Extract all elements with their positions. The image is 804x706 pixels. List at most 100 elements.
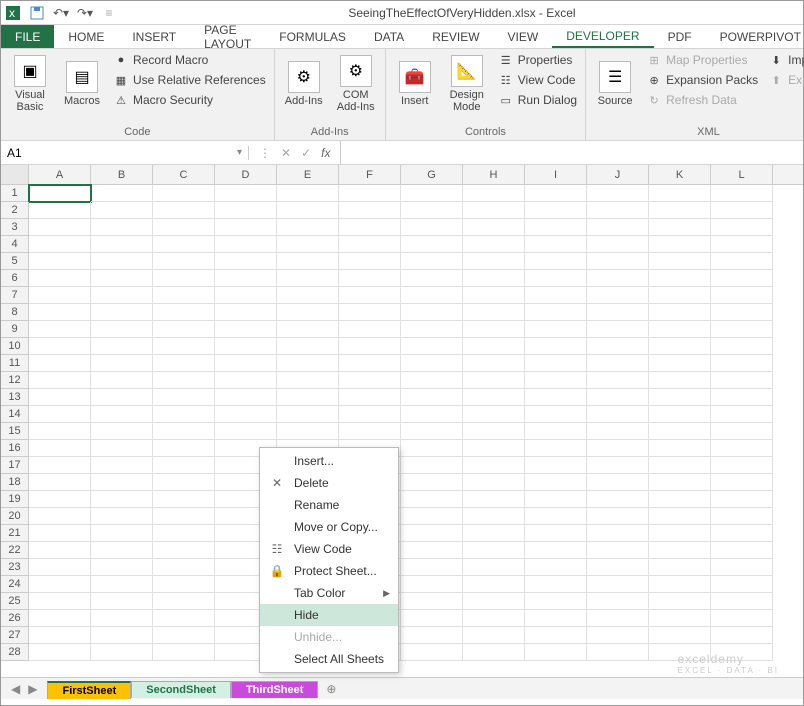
tab-powerpivot[interactable]: POWERPIVOT [706, 25, 804, 48]
cell-K5[interactable] [649, 253, 711, 270]
cell-I20[interactable] [525, 508, 587, 525]
cell-F9[interactable] [339, 321, 401, 338]
cell-D14[interactable] [215, 406, 277, 423]
cell-C13[interactable] [153, 389, 215, 406]
cell-B4[interactable] [91, 236, 153, 253]
cell-J20[interactable] [587, 508, 649, 525]
source-button[interactable]: ☰ Source [592, 51, 638, 117]
sheet-tab-secondsheet[interactable]: SecondSheet [131, 681, 231, 698]
cell-C12[interactable] [153, 372, 215, 389]
use-relative-button[interactable]: ▦Use Relative References [111, 71, 268, 89]
cell-E14[interactable] [277, 406, 339, 423]
row-header-4[interactable]: 4 [1, 236, 29, 253]
cell-G19[interactable] [401, 491, 463, 508]
cell-J13[interactable] [587, 389, 649, 406]
cell-G15[interactable] [401, 423, 463, 440]
cell-L21[interactable] [711, 525, 773, 542]
cell-I4[interactable] [525, 236, 587, 253]
cell-I2[interactable] [525, 202, 587, 219]
redo-icon[interactable]: ↷▾ [77, 5, 93, 21]
cell-L17[interactable] [711, 457, 773, 474]
cell-L1[interactable] [711, 185, 773, 202]
ctx-select-all-sheets[interactable]: Select All Sheets [260, 648, 398, 670]
cell-G7[interactable] [401, 287, 463, 304]
cell-L13[interactable] [711, 389, 773, 406]
cell-J26[interactable] [587, 610, 649, 627]
cell-B15[interactable] [91, 423, 153, 440]
cell-L15[interactable] [711, 423, 773, 440]
cell-D9[interactable] [215, 321, 277, 338]
cell-K28[interactable] [649, 644, 711, 661]
design-mode-button[interactable]: 📐 Design Mode [444, 51, 490, 117]
cell-A5[interactable] [29, 253, 91, 270]
cell-C5[interactable] [153, 253, 215, 270]
cell-H15[interactable] [463, 423, 525, 440]
cell-F8[interactable] [339, 304, 401, 321]
cell-A13[interactable] [29, 389, 91, 406]
cell-L4[interactable] [711, 236, 773, 253]
cell-F5[interactable] [339, 253, 401, 270]
cell-L6[interactable] [711, 270, 773, 287]
cell-F10[interactable] [339, 338, 401, 355]
cell-I25[interactable] [525, 593, 587, 610]
cell-B17[interactable] [91, 457, 153, 474]
cell-A7[interactable] [29, 287, 91, 304]
ctx-move-copy[interactable]: Move or Copy... [260, 516, 398, 538]
cell-B6[interactable] [91, 270, 153, 287]
cell-H23[interactable] [463, 559, 525, 576]
cell-J28[interactable] [587, 644, 649, 661]
cell-I18[interactable] [525, 474, 587, 491]
cell-E9[interactable] [277, 321, 339, 338]
cell-K2[interactable] [649, 202, 711, 219]
cell-E5[interactable] [277, 253, 339, 270]
addins-button[interactable]: ⚙ Add-Ins [281, 51, 327, 117]
cell-L18[interactable] [711, 474, 773, 491]
cell-J23[interactable] [587, 559, 649, 576]
cell-J22[interactable] [587, 542, 649, 559]
cell-K8[interactable] [649, 304, 711, 321]
cell-F14[interactable] [339, 406, 401, 423]
cell-H5[interactable] [463, 253, 525, 270]
cell-H13[interactable] [463, 389, 525, 406]
cell-G13[interactable] [401, 389, 463, 406]
cell-D5[interactable] [215, 253, 277, 270]
col-header-l[interactable]: L [711, 165, 773, 184]
cell-J18[interactable] [587, 474, 649, 491]
cell-A18[interactable] [29, 474, 91, 491]
cell-I26[interactable] [525, 610, 587, 627]
cell-F11[interactable] [339, 355, 401, 372]
cell-A21[interactable] [29, 525, 91, 542]
cell-F12[interactable] [339, 372, 401, 389]
cell-J25[interactable] [587, 593, 649, 610]
undo-icon[interactable]: ↶▾ [53, 5, 69, 21]
cell-A14[interactable] [29, 406, 91, 423]
cell-G5[interactable] [401, 253, 463, 270]
cell-J27[interactable] [587, 627, 649, 644]
cell-J19[interactable] [587, 491, 649, 508]
cell-D15[interactable] [215, 423, 277, 440]
cell-I16[interactable] [525, 440, 587, 457]
cell-G26[interactable] [401, 610, 463, 627]
cell-C1[interactable] [153, 185, 215, 202]
cell-J9[interactable] [587, 321, 649, 338]
col-header-e[interactable]: E [277, 165, 339, 184]
cell-G28[interactable] [401, 644, 463, 661]
row-header-6[interactable]: 6 [1, 270, 29, 287]
cell-E7[interactable] [277, 287, 339, 304]
col-header-f[interactable]: F [339, 165, 401, 184]
row-header-7[interactable]: 7 [1, 287, 29, 304]
cell-H24[interactable] [463, 576, 525, 593]
cell-L8[interactable] [711, 304, 773, 321]
cell-A28[interactable] [29, 644, 91, 661]
cell-H28[interactable] [463, 644, 525, 661]
cell-K21[interactable] [649, 525, 711, 542]
expansion-packs-button[interactable]: ⊕Expansion Packs [644, 71, 760, 89]
cell-H20[interactable] [463, 508, 525, 525]
cell-D8[interactable] [215, 304, 277, 321]
tab-home[interactable]: HOME [54, 25, 118, 48]
cell-I7[interactable] [525, 287, 587, 304]
cell-K18[interactable] [649, 474, 711, 491]
cell-G1[interactable] [401, 185, 463, 202]
cell-F15[interactable] [339, 423, 401, 440]
cell-L9[interactable] [711, 321, 773, 338]
